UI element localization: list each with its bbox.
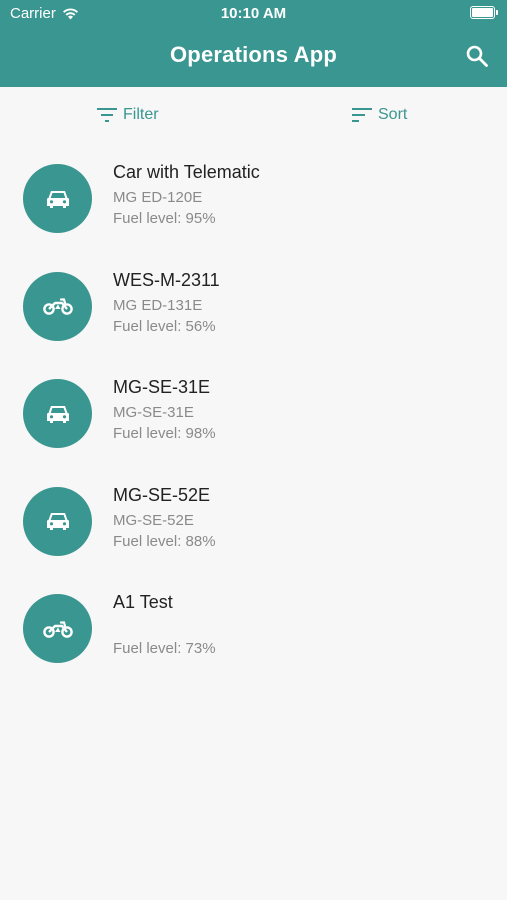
vehicle-plate: MG ED-131E — [113, 296, 203, 314]
vehicle-name: MG-SE-52E — [113, 484, 211, 505]
vehicle-name: A1 Test — [113, 592, 173, 612]
vehicle-avatar — [23, 379, 92, 448]
vehicle-plate: MG-SE-31E — [113, 404, 194, 421]
sort-icon — [352, 108, 372, 122]
car-icon — [46, 513, 69, 530]
vehicle-list-item[interactable]: MG-SE-52E MG-SE-52E Fuel level: 88% — [0, 471, 507, 579]
filter-label: Filter — [123, 106, 159, 123]
motorcycle-icon — [42, 298, 73, 315]
filter-sort-toolbar: Filter Sort — [0, 87, 507, 147]
vehicle-plate: MG-SE-52E — [113, 511, 194, 529]
car-icon — [46, 190, 69, 208]
vehicle-list-item[interactable]: Car with Telematic MG ED-120E Fuel level… — [0, 148, 507, 256]
vehicle-plate: MG ED-120E — [113, 189, 203, 206]
vehicle-list: Car with Telematic MG ED-120E Fuel level… — [0, 148, 507, 686]
status-bar: Carrier 10:10 AM — [0, 0, 507, 28]
vehicle-list-item[interactable]: MG-SE-31E MG-SE-31E Fuel level: 98% — [0, 363, 507, 471]
vehicle-avatar — [23, 164, 92, 233]
search-button[interactable] — [465, 44, 489, 68]
filter-button[interactable]: Filter — [97, 106, 159, 124]
clock: 10:10 AM — [220, 5, 287, 22]
vehicle-fuel-level: Fuel level: 98% — [113, 425, 216, 442]
sort-label: Sort — [378, 106, 408, 123]
vehicle-fuel-level: Fuel level: 95% — [113, 210, 216, 227]
vehicle-name: MG-SE-31E — [113, 377, 211, 397]
search-icon — [466, 45, 488, 67]
battery-icon — [470, 6, 498, 19]
vehicle-fuel-level: Fuel level: 56% — [113, 317, 216, 335]
page-title: Operations App — [170, 42, 337, 67]
vehicle-avatar — [23, 486, 92, 556]
vehicle-list-item[interactable]: A1 Test Fuel level: 73% — [0, 578, 507, 686]
vehicle-fuel-level: Fuel level: 88% — [113, 532, 216, 550]
app-bar: Carrier 10:10 AM Operations App — [0, 0, 507, 87]
vehicle-name: Car with Telematic — [113, 162, 260, 182]
motorcycle-icon — [42, 620, 73, 638]
vehicle-fuel-level: Fuel level: 73% — [113, 640, 216, 657]
vehicle-name: WES-M-2311 — [113, 269, 220, 290]
filter-icon — [97, 108, 117, 122]
vehicle-avatar — [23, 271, 92, 341]
vehicle-list-item[interactable]: WES-M-2311 MG ED-131E Fuel level: 56% — [0, 256, 507, 364]
car-icon — [46, 405, 69, 423]
sort-button[interactable]: Sort — [352, 106, 407, 124]
vehicle-avatar — [23, 594, 92, 663]
